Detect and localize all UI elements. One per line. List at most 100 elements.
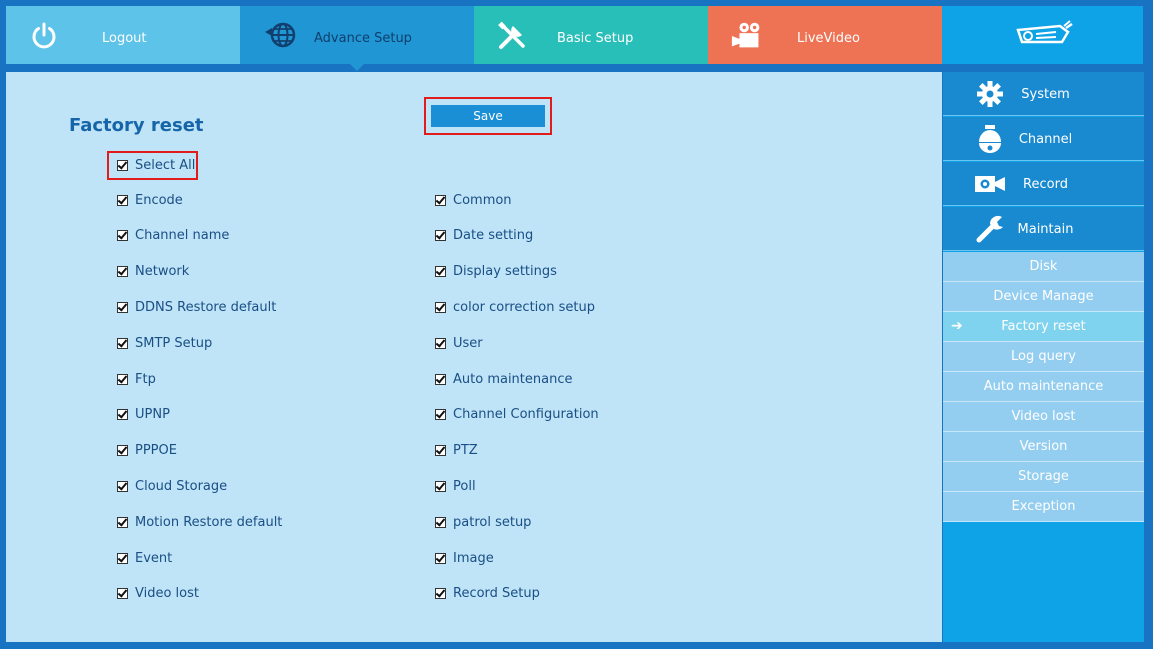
option-checkbox[interactable]: Channel name <box>117 227 229 245</box>
option-label: Common <box>453 192 512 208</box>
sidebar-item-label: Channel <box>1018 132 1073 147</box>
tab-logout[interactable]: Logout <box>6 6 240 64</box>
option-checkbox[interactable]: PTZ <box>435 442 478 460</box>
checkbox-checked[interactable] <box>117 159 128 171</box>
option-checkbox[interactable]: UPNP <box>117 406 170 424</box>
submenu-item-label: Exception <box>1011 499 1076 514</box>
sidebar-item-channel[interactable]: Channel <box>943 117 1144 161</box>
checkbox-checked[interactable] <box>117 266 128 278</box>
option-checkbox[interactable]: DDNS Restore default <box>117 298 276 316</box>
submenu-item-label: Auto maintenance <box>983 379 1104 394</box>
option-checkbox[interactable]: PPPOE <box>117 442 177 460</box>
option-label: Motion Restore default <box>135 514 283 530</box>
option-checkbox[interactable]: User <box>435 334 483 352</box>
checkbox-checked[interactable] <box>117 373 128 385</box>
checkbox-checked[interactable] <box>117 516 128 528</box>
checkbox-checked[interactable] <box>117 588 128 600</box>
submenu-item[interactable]: Disk <box>943 252 1144 282</box>
save-button[interactable]: Save <box>431 105 545 127</box>
option-checkbox[interactable]: patrol setup <box>435 513 531 531</box>
option-label: DDNS Restore default <box>135 299 277 315</box>
checkbox-checked[interactable] <box>117 445 128 457</box>
submenu-item[interactable]: Video lost <box>943 402 1144 432</box>
checkbox-checked[interactable] <box>435 480 446 492</box>
checkbox-checked[interactable] <box>435 266 446 278</box>
sidebar-item-maintain[interactable]: Maintain <box>943 207 1144 251</box>
submenu-item[interactable]: Device Manage <box>943 282 1144 312</box>
checkbox-checked[interactable] <box>435 194 446 206</box>
security-camera-logo-icon <box>1012 20 1074 50</box>
brand-logo <box>942 6 1143 64</box>
sidebar-item-system[interactable]: System <box>943 72 1144 116</box>
checkbox-checked[interactable] <box>117 301 128 313</box>
tab-basic-setup[interactable]: Basic Setup <box>474 6 708 64</box>
option-checkbox[interactable]: Common <box>435 191 512 209</box>
submenu-item[interactable]: Auto maintenance <box>943 372 1144 402</box>
option-checkbox[interactable]: Poll <box>435 477 476 495</box>
option-checkbox[interactable]: Display settings <box>435 263 557 281</box>
submenu-item-label: Storage <box>1018 469 1069 484</box>
tab-live-video[interactable]: LiveVideo <box>708 6 942 64</box>
option-checkbox[interactable]: SMTP Setup <box>117 334 212 352</box>
option-checkbox[interactable]: Date setting <box>435 227 533 245</box>
option-checkbox[interactable]: Image <box>435 549 494 567</box>
option-checkbox[interactable]: Cloud Storage <box>117 477 227 495</box>
option-label: Encode <box>135 192 183 208</box>
option-label: PTZ <box>453 443 478 459</box>
checkbox-checked[interactable] <box>435 409 446 421</box>
option-checkbox[interactable]: Channel Configuration <box>435 406 599 424</box>
checkbox-checked[interactable] <box>117 480 128 492</box>
checkbox-checked[interactable] <box>117 409 128 421</box>
option-checkbox[interactable]: Motion Restore default <box>117 513 282 531</box>
option-label: User <box>453 335 483 351</box>
tab-logout-label: Logout <box>102 31 147 46</box>
tools-icon <box>494 20 530 52</box>
option-label: Event <box>135 550 173 566</box>
tab-advance-setup[interactable]: Advance Setup <box>240 6 474 71</box>
checkbox-checked[interactable] <box>435 301 446 313</box>
option-checkbox[interactable]: Network <box>117 263 189 281</box>
checkbox-checked[interactable] <box>117 194 128 206</box>
checkbox-checked[interactable] <box>435 337 446 349</box>
checkbox-checked[interactable] <box>435 588 446 600</box>
option-label: Image <box>453 550 494 566</box>
power-icon <box>26 20 62 52</box>
option-label: PPPOE <box>135 443 177 459</box>
checkbox-checked[interactable] <box>435 552 446 564</box>
submenu-item[interactable]: Exception <box>943 492 1144 522</box>
option-checkbox[interactable]: color correction setup <box>435 298 595 316</box>
option-checkbox[interactable]: Event <box>117 549 172 567</box>
checkbox-checked[interactable] <box>435 516 446 528</box>
submenu-item[interactable]: Storage <box>943 462 1144 492</box>
option-label: Network <box>135 264 190 280</box>
movie-camera-icon <box>730 20 766 52</box>
save-highlight-frame: Save <box>424 97 552 135</box>
option-label: Poll <box>453 478 476 494</box>
sidebar: System Channel Record Maintain Disk Devi… <box>943 72 1144 642</box>
sidebar-item-label: Record <box>1023 177 1068 192</box>
option-checkbox[interactable]: Record Setup <box>435 585 540 603</box>
submenu-item[interactable]: ➔ Factory reset <box>943 312 1144 342</box>
checkbox-checked[interactable] <box>117 552 128 564</box>
submenu-item[interactable]: Version <box>943 432 1144 462</box>
checkbox-checked[interactable] <box>435 445 446 457</box>
option-label: Channel name <box>135 228 230 244</box>
checkbox-checked[interactable] <box>117 337 128 349</box>
option-checkbox[interactable]: Auto maintenance <box>435 370 572 388</box>
checkbox-checked[interactable] <box>435 230 446 242</box>
submenu-item[interactable]: Log query <box>943 342 1144 372</box>
sidebar-item-record[interactable]: Record <box>943 162 1144 206</box>
option-label: color correction setup <box>453 299 595 315</box>
option-checkbox[interactable]: Video lost <box>117 585 199 603</box>
option-checkbox[interactable]: Ftp <box>117 370 156 388</box>
globe-settings-icon <box>262 20 298 52</box>
checkbox-checked[interactable] <box>117 230 128 242</box>
option-label: patrol setup <box>453 514 532 530</box>
select-all-label: Select All <box>135 157 196 173</box>
sidebar-item-label: System <box>1021 87 1070 102</box>
option-checkbox[interactable]: Encode <box>117 191 183 209</box>
option-label: Cloud Storage <box>135 478 228 494</box>
checkbox-checked[interactable] <box>435 373 446 385</box>
option-label: Date setting <box>453 228 534 244</box>
select-all-checkbox[interactable]: Select All <box>117 156 195 174</box>
